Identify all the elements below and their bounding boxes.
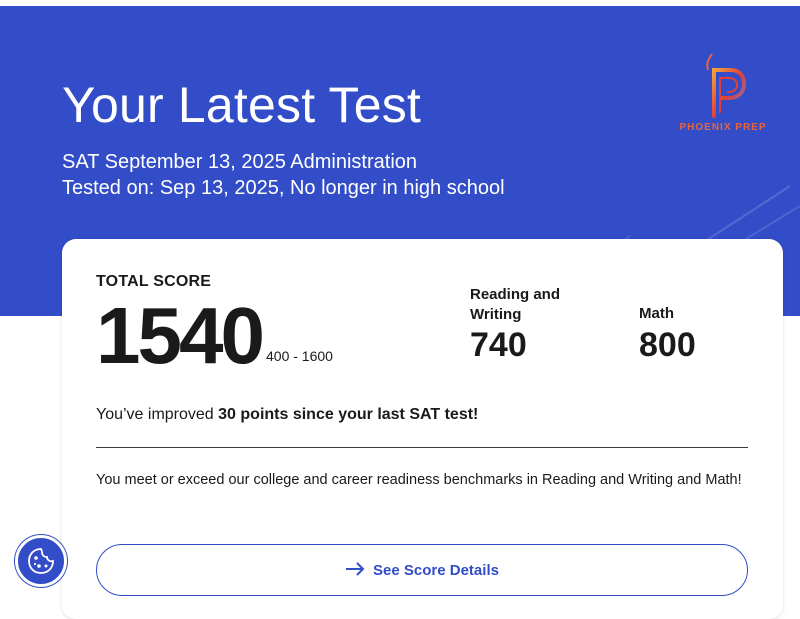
test-administration: SAT September 13, 2025 Administration	[62, 151, 418, 173]
see-score-details-label: See Score Details	[373, 561, 499, 579]
logo-text: PHOENIX PREP	[679, 122, 767, 133]
see-score-details-button[interactable]: See Score Details	[96, 544, 748, 596]
improvement-highlight: 30 points since your last SAT test!	[218, 406, 479, 423]
improvement-prefix: You’ve improved	[96, 406, 219, 423]
total-score-range: 400 - 1600	[266, 348, 333, 364]
total-score-value: 1540	[96, 291, 265, 380]
phoenix-p-logo-icon	[706, 53, 747, 118]
page-title: Your Latest Test	[62, 77, 422, 133]
math-score: 800	[639, 326, 696, 364]
math-label: Math	[639, 305, 674, 322]
improvement-message: You’ve improved 30 points since your las…	[96, 406, 478, 424]
phoenix-prep-logo: PHOENIX PREP	[678, 46, 768, 138]
cookie-icon	[28, 548, 54, 574]
arrow-right-icon	[345, 560, 365, 580]
divider	[96, 447, 748, 448]
reading-writing-score: 740	[470, 326, 527, 364]
total-score-label: TOTAL SCORE	[96, 273, 212, 290]
reading-writing-label: Reading and Writing	[470, 286, 561, 323]
tested-on-info: Tested on: Sep 13, 2025, No longer in hi…	[62, 177, 505, 199]
cookie-settings-button[interactable]	[15, 535, 67, 587]
benchmark-message: You meet or exceed our college and caree…	[96, 472, 742, 488]
score-card: TOTAL SCORE 1540 400 - 1600 Reading and …	[62, 239, 783, 619]
